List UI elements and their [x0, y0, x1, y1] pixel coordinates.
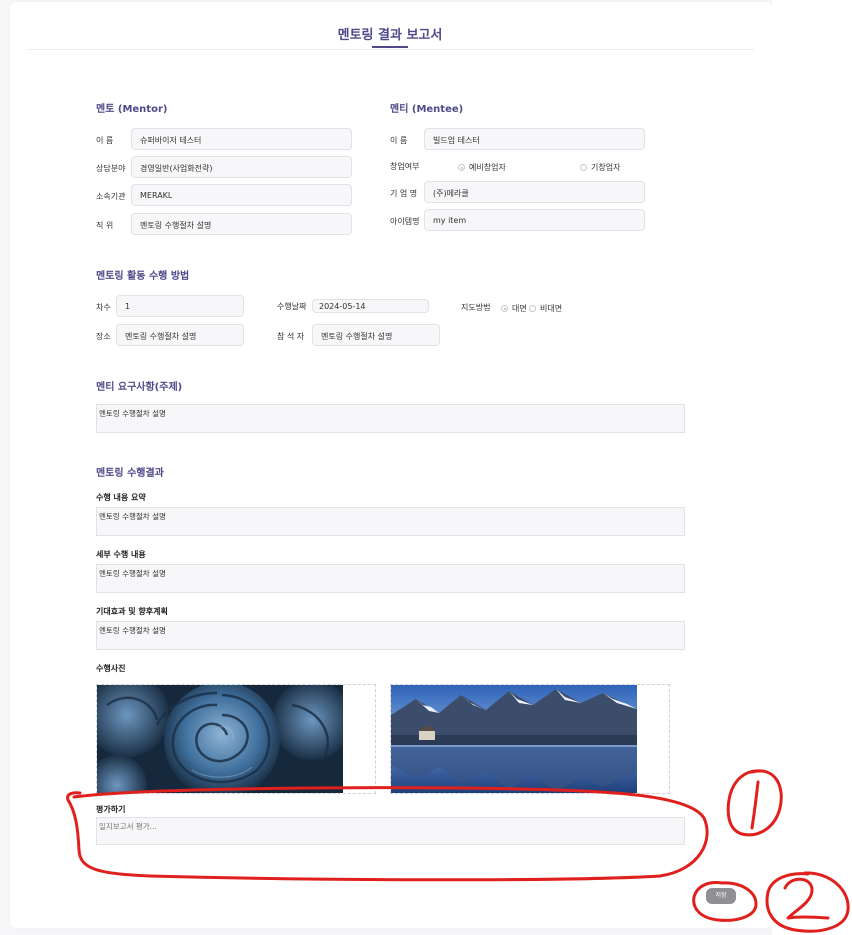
title-underline	[372, 46, 408, 48]
attendee-label: 참 석 자	[277, 332, 305, 341]
attendee-field[interactable]: 멘토링 수행절차 설명	[312, 324, 440, 346]
radio-existing-startup-label: 기창업자	[591, 163, 621, 172]
evaluation-textarea[interactable]: 일지보고서 평가...	[96, 817, 685, 845]
mentor-name-label: 이 름	[96, 136, 114, 145]
summary-label: 수행 내용 요약	[96, 493, 146, 502]
date-label: 수행날짜	[277, 302, 307, 311]
radio-in-person-label: 대면	[512, 304, 527, 313]
round-field[interactable]: 1	[116, 295, 244, 317]
plan-label: 기대효과 및 향후계획	[96, 607, 168, 616]
side-margin	[772, 0, 852, 935]
detail-label: 세부 수행 내용	[96, 550, 146, 559]
evaluation-label: 평가하기	[96, 805, 126, 814]
mentor-position-label: 직 위	[96, 221, 114, 230]
mentee-company-field[interactable]: (주)메라클	[424, 181, 645, 203]
mentee-startup-label: 창업여부	[390, 162, 420, 171]
round-label: 차수	[96, 303, 111, 312]
radio-prestartup[interactable]: 예비창업자	[458, 162, 506, 173]
radio-existing-startup-dot	[580, 164, 587, 171]
mountain-lake-photo	[391, 685, 637, 793]
request-textarea[interactable]: 멘토링 수행절차 설명	[96, 404, 685, 433]
place-field[interactable]: 멘토링 수행절차 설명	[116, 324, 244, 346]
title-divider	[28, 49, 754, 50]
request-heading: 멘티 요구사항(주제)	[96, 382, 183, 393]
radio-in-person-dot	[501, 305, 508, 312]
mentee-heading: 멘티 (Mentee)	[390, 104, 464, 115]
activity-heading: 멘토링 활동 수행 방법	[96, 271, 190, 282]
save-button[interactable]: 저장	[706, 888, 736, 904]
mentor-name-field[interactable]: 슈퍼바이저 테스터	[131, 128, 352, 150]
place-label: 장소	[96, 332, 111, 341]
radio-prestartup-label: 예비창업자	[469, 163, 506, 172]
mentor-field-field[interactable]: 경영일반(사업화전략)	[131, 156, 352, 178]
mentor-field-label: 상담분야	[96, 164, 126, 173]
mentor-heading: 멘토 (Mentor)	[96, 104, 168, 115]
mentor-org-label: 소속기관	[96, 192, 126, 201]
date-field[interactable]: 2024-05-14	[312, 299, 429, 313]
mentee-item-label: 아이템명	[390, 217, 420, 226]
page-title: 멘토링 결과 보고서	[337, 28, 443, 43]
mentee-company-label: 기 업 명	[390, 189, 418, 198]
radio-existing-startup[interactable]: 기창업자	[580, 162, 620, 173]
radio-remote-label: 비대면	[540, 304, 563, 313]
photos-label: 수행사진	[96, 664, 126, 673]
method-label: 지도방법	[461, 303, 491, 312]
radio-prestartup-dot	[458, 164, 465, 171]
result-heading: 멘토링 수행결과	[96, 468, 164, 479]
mentee-item-field[interactable]: my item	[424, 209, 645, 231]
plan-textarea[interactable]: 멘토링 수행절차 설명	[96, 621, 685, 650]
blue-roses-photo	[97, 685, 343, 793]
radio-remote[interactable]: 비대면	[529, 303, 562, 314]
mentee-name-field[interactable]: 빌드업 테스터	[424, 128, 645, 150]
radio-remote-dot	[529, 305, 536, 312]
mentor-org-field[interactable]: MERAKL	[131, 184, 352, 206]
mentor-position-field[interactable]: 멘토링 수행절차 설명	[131, 213, 352, 235]
detail-textarea[interactable]: 멘토링 수행절차 설명	[96, 564, 685, 593]
mentee-name-label: 이 름	[390, 136, 408, 145]
summary-textarea[interactable]: 멘토링 수행절차 설명	[96, 507, 685, 536]
radio-in-person[interactable]: 대면	[501, 303, 527, 314]
